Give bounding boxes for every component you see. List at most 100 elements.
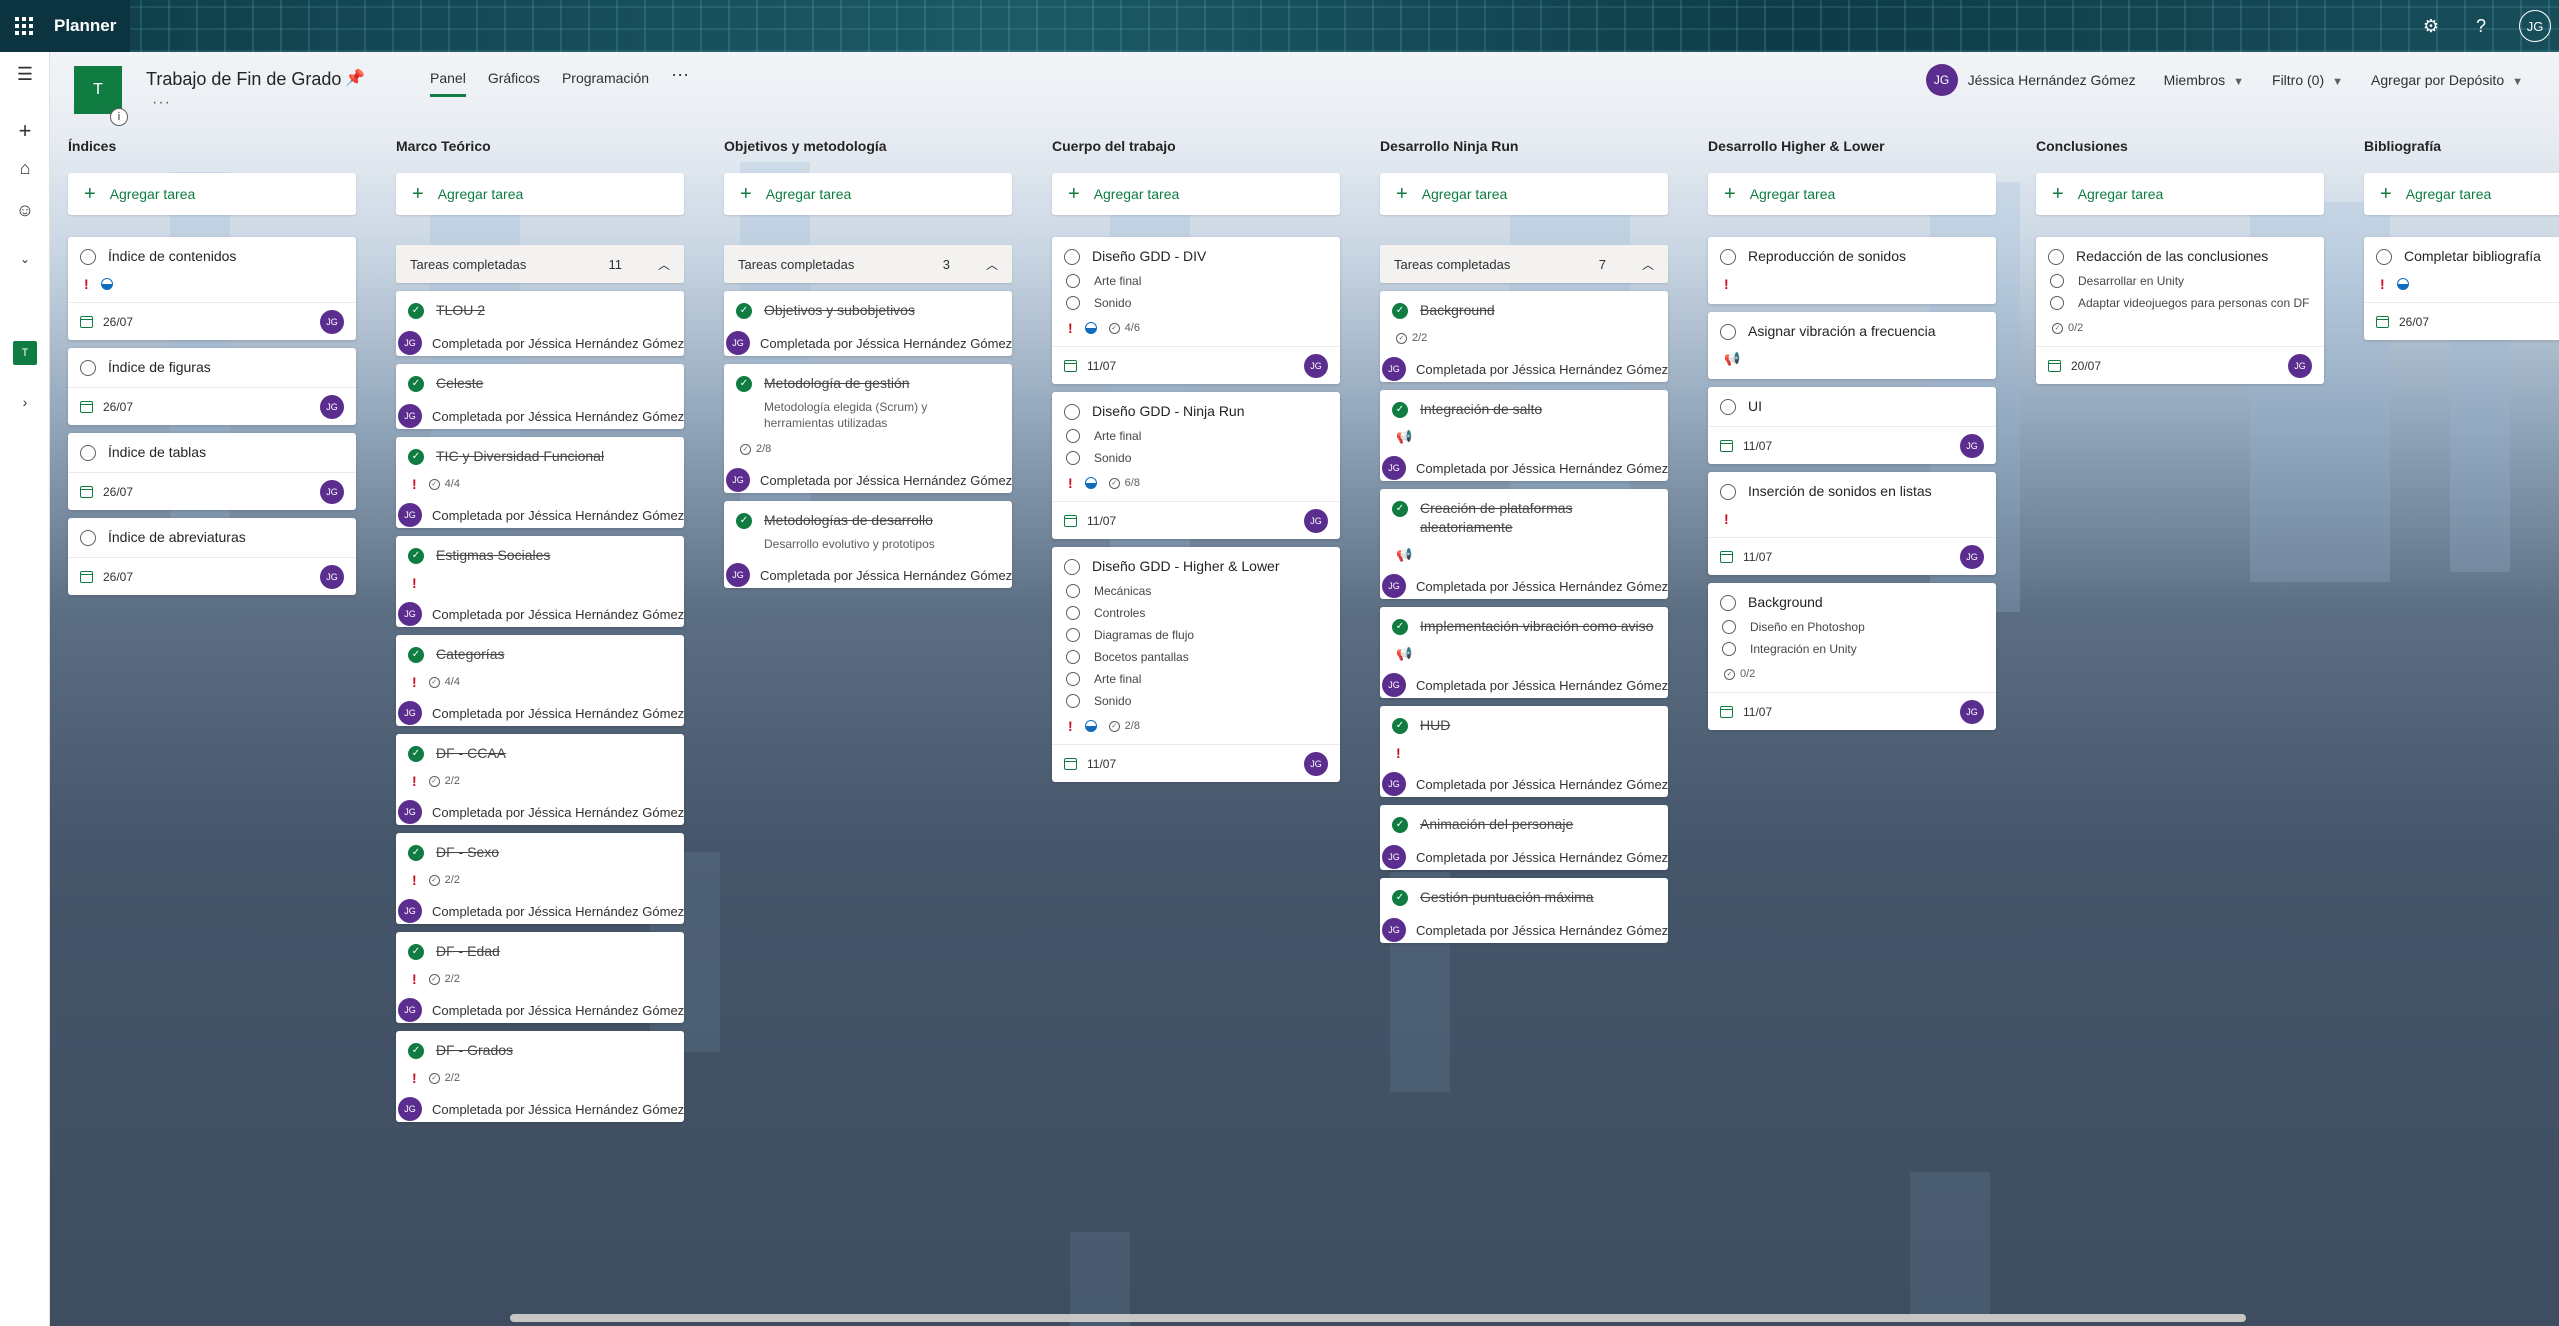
complete-task-checkbox[interactable] [1064,559,1080,575]
task-card-completed[interactable]: ✓ DF - Grados! ✓ 2/2 JG Completada por Jéssic… [396,1031,684,1122]
task-card[interactable]: Background Diseño en Photoshop Integración… [1708,583,1996,730]
checklist-item[interactable]: Controles [1064,606,1328,620]
completed-check-icon[interactable]: ✓ [408,548,424,564]
task-card-completed[interactable]: ✓ HUD! JG Completada por Jéssica Hernández … [1380,706,1668,797]
task-card[interactable]: Inserción de sonidos en listas! 11/07 JG [1708,472,1996,575]
complete-task-checkbox[interactable] [1720,595,1736,611]
bucket-title[interactable]: Bibliografía [2364,138,2559,158]
completed-check-icon[interactable]: ✓ [408,449,424,465]
complete-task-checkbox[interactable] [1720,484,1736,500]
task-card-completed[interactable]: ✓ Gestión puntuación máxima JG Completada p… [1380,878,1668,943]
app-launcher-icon[interactable] [0,0,48,52]
checklist-item[interactable]: Bocetos pantallas [1064,650,1328,664]
task-card-completed[interactable]: ✓ Metodología de gestión Metodología elegi… [724,364,1012,493]
rail-plan-icon[interactable]: T [13,341,37,365]
task-card[interactable]: Reproducción de sonidos! [1708,237,1996,304]
add-task-button[interactable]: + Agregar tarea [2036,173,2324,215]
completed-check-icon[interactable]: ✓ [736,513,752,529]
assignee-avatar[interactable]: JG [1960,544,1984,569]
pin-icon[interactable]: 📌 [345,68,365,88]
checklist-item-checkbox[interactable] [1066,628,1080,642]
checklist-item[interactable]: Arte final [1064,672,1328,686]
checklist-item-checkbox[interactable] [1066,451,1080,465]
bucket-title[interactable]: Marco Teórico [396,138,684,158]
task-card-completed[interactable]: ✓ DF - Edad! ✓ 2/2 JG Completada por Jéssica … [396,932,684,1023]
complete-task-checkbox[interactable] [80,360,96,376]
plan-more-icon[interactable]: ··· [152,94,171,112]
assignee-avatar[interactable]: JG [1304,508,1328,533]
checklist-item[interactable]: Arte final [1064,429,1328,443]
completed-tasks-toggle[interactable]: Tareas completadas 11 ︿ [396,245,684,283]
completed-check-icon[interactable]: ✓ [1392,619,1408,635]
checklist-item[interactable]: Arte final [1064,274,1328,288]
task-card[interactable]: Completar bibliografía! 26/07 [2364,237,2559,340]
complete-task-checkbox[interactable] [80,249,96,265]
task-card[interactable]: Diseño GDD - Higher & Lower Mecánicas Cont… [1052,547,1340,782]
completed-check-icon[interactable]: ✓ [408,746,424,762]
task-card-completed[interactable]: ✓ Objetivos y subobjetivos JG Completada po… [724,291,1012,356]
completed-tasks-toggle[interactable]: Tareas completadas 3 ︿ [724,245,1012,283]
account-avatar[interactable]: JG [2519,10,2551,42]
checklist-item[interactable]: Adaptar videojuegos para personas con DF [2048,296,2312,310]
completed-check-icon[interactable]: ✓ [408,376,424,392]
chevron-down-icon[interactable]: ⌄ [0,252,50,266]
settings-gear-icon[interactable]: ⚙ [2419,16,2443,37]
bucket-title[interactable]: Índices [68,138,356,158]
checklist-item-checkbox[interactable] [1066,296,1080,310]
complete-task-checkbox[interactable] [80,445,96,461]
task-card[interactable]: Redacción de las conclusiones Desarrollar… [2036,237,2324,384]
add-task-button[interactable]: + Agregar tarea [396,173,684,215]
completed-check-icon[interactable]: ✓ [408,303,424,319]
tab-panel[interactable]: Panel [430,70,466,97]
current-user[interactable]: JG Jéssica Hernández Gómez [1925,64,2136,96]
task-card[interactable]: Índice de figuras 26/07 JG [68,348,356,425]
bucket-title[interactable]: Conclusiones [2036,138,2324,158]
checklist-item[interactable]: Sonido [1064,296,1328,310]
complete-task-checkbox[interactable] [1720,399,1736,415]
plan-title[interactable]: Trabajo de Fin de Grado [146,69,341,90]
checklist-item-checkbox[interactable] [1066,606,1080,620]
checklist-item-checkbox[interactable] [1722,620,1736,634]
checklist-item-checkbox[interactable] [2050,274,2064,288]
assignee-avatar[interactable]: JG [1960,699,1984,724]
home-icon[interactable]: ⌂ [0,158,50,179]
assignee-avatar[interactable]: JG [320,394,344,419]
checklist-item-checkbox[interactable] [1066,274,1080,288]
task-card[interactable]: Diseño GDD - DIV Arte final Sonido! ✓ 4/6 11/… [1052,237,1340,384]
completed-check-icon[interactable]: ✓ [408,944,424,960]
completed-check-icon[interactable]: ✓ [736,376,752,392]
completed-check-icon[interactable]: ✓ [1392,501,1408,517]
checklist-item[interactable]: Sonido [1064,451,1328,465]
person-icon[interactable]: ☺ [0,200,50,221]
task-card-completed[interactable]: ✓ Integración de salto 📢 JG Completada por J… [1380,390,1668,481]
task-card[interactable]: Índice de tablas 26/07 JG [68,433,356,510]
assignee-avatar[interactable]: JG [1304,751,1328,776]
completed-check-icon[interactable]: ✓ [736,303,752,319]
add-task-button[interactable]: + Agregar tarea [1052,173,1340,215]
add-task-button[interactable]: + Agregar tarea [1708,173,1996,215]
checklist-item-checkbox[interactable] [1066,672,1080,686]
help-icon[interactable]: ? [2469,16,2493,37]
checklist-item-checkbox[interactable] [2050,296,2064,310]
add-task-button[interactable]: + Agregar tarea [68,173,356,215]
task-card[interactable]: Índice de abreviaturas 26/07 JG [68,518,356,595]
completed-check-icon[interactable]: ✓ [408,1043,424,1059]
members-dropdown[interactable]: Miembros ▼ [2164,72,2244,88]
group-by-dropdown[interactable]: Agregar por Depósito ▼ [2371,72,2523,88]
task-card-completed[interactable]: ✓ Estigmas Sociales! JG Completada por Jéss… [396,536,684,627]
checklist-item-checkbox[interactable] [1066,429,1080,443]
checklist-item-checkbox[interactable] [1066,650,1080,664]
assignee-avatar[interactable]: JG [1304,353,1328,378]
completed-check-icon[interactable]: ✓ [1392,402,1408,418]
task-card-completed[interactable]: ✓ Implementación vibración como aviso 📢 JG C… [1380,607,1668,698]
completed-check-icon[interactable]: ✓ [1392,890,1408,906]
assignee-avatar[interactable]: JG [320,309,344,334]
tab-programacion[interactable]: Programación [562,70,649,97]
horizontal-scrollbar[interactable] [510,1314,2246,1322]
checklist-item-checkbox[interactable] [1066,694,1080,708]
checklist-item-checkbox[interactable] [1066,584,1080,598]
assignee-avatar[interactable]: JG [320,479,344,504]
task-card-completed[interactable]: ✓ Background ✓ 2/2 JG Completada por Jéssica … [1380,291,1668,382]
tab-graficos[interactable]: Gráficos [488,70,540,97]
new-plan-plus-icon[interactable]: + [0,118,50,144]
